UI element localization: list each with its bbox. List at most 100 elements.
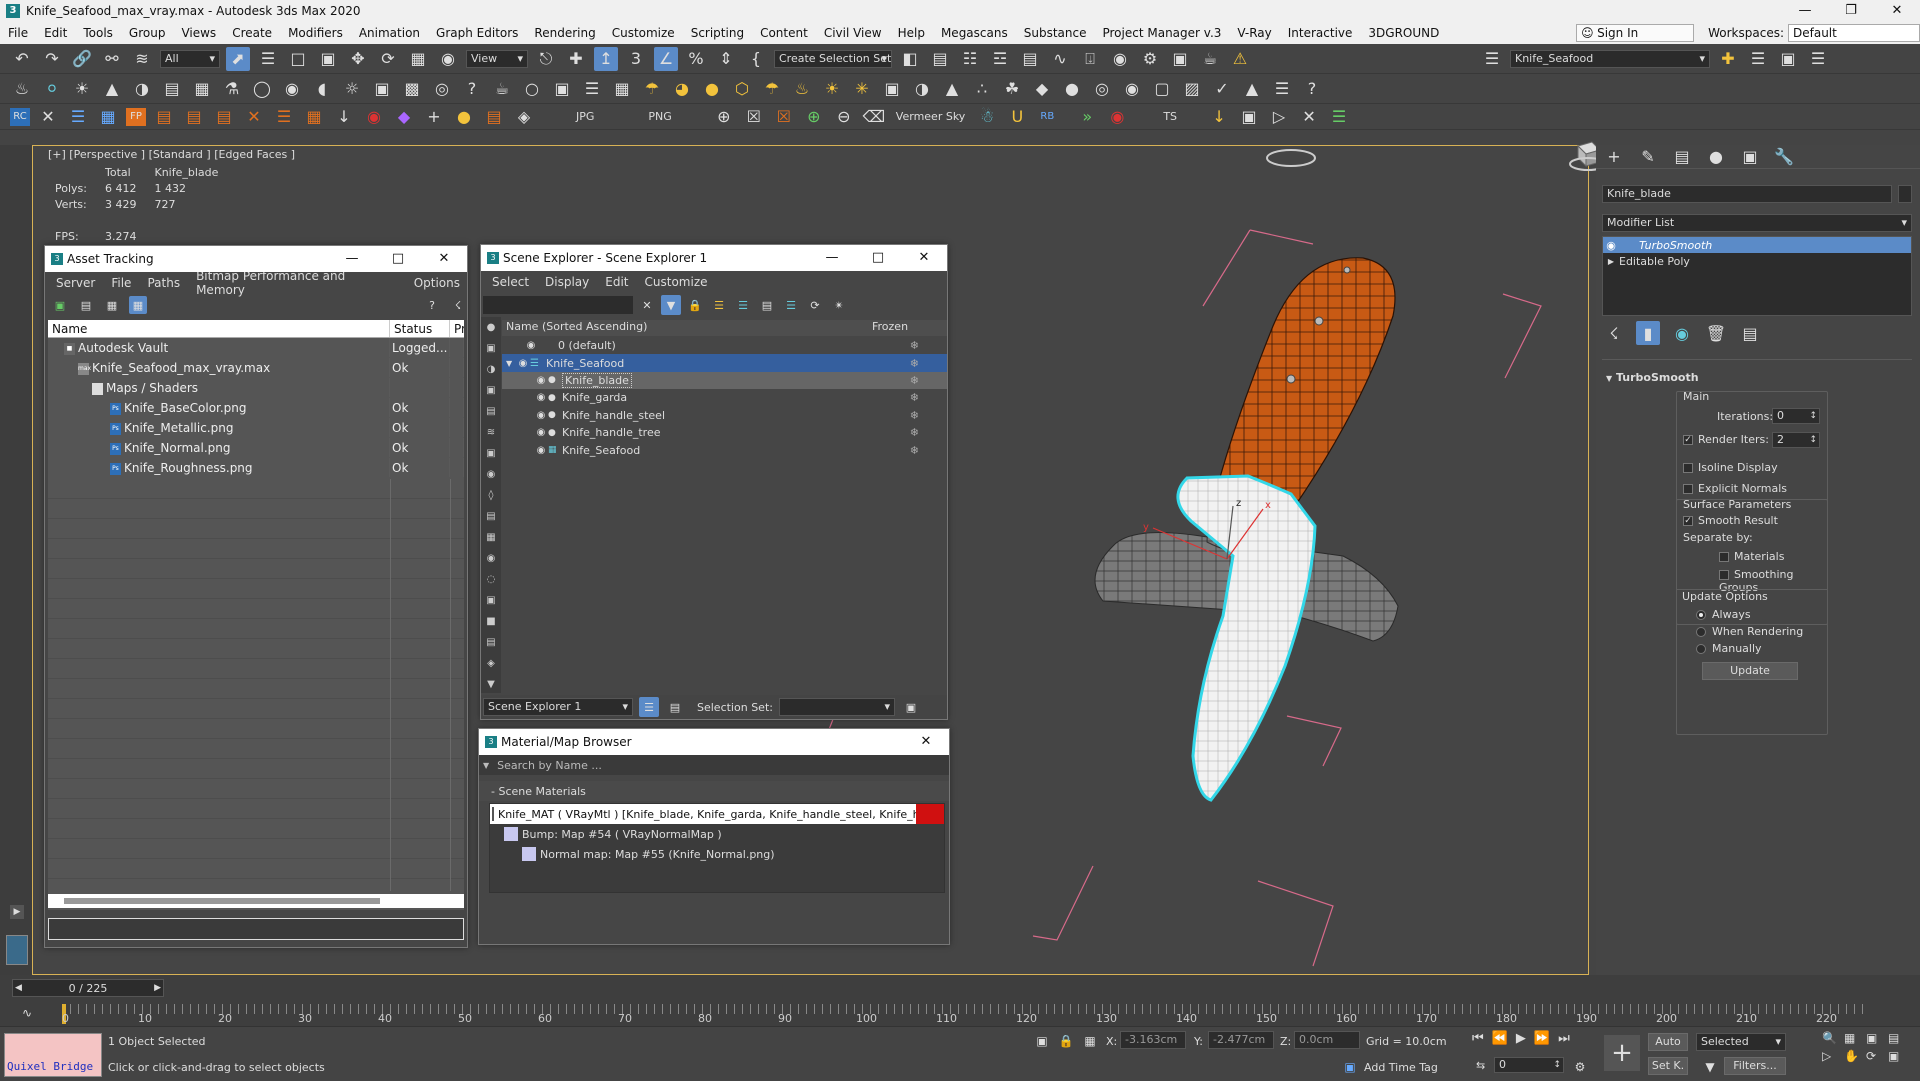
prev-frame-icon[interactable]: ◀ <box>15 983 22 993</box>
umbrella-icon[interactable]: ☂ <box>640 77 664 101</box>
asset-menu-server[interactable]: Server <box>49 276 102 290</box>
stack-eye-icon[interactable]: ◉ <box>1603 239 1619 252</box>
viewport-layout-icon[interactable] <box>6 935 28 965</box>
layers-toggle-icon[interactable]: ☰ <box>639 697 659 717</box>
mat-item-knife-mat[interactable]: Knife_MAT ( VRayMtl ) [Knife_blade, Knif… <box>490 804 944 824</box>
mat-search-input[interactable]: Search by Name ... <box>497 759 602 772</box>
forest-grid-icon[interactable]: ▦ <box>302 105 326 129</box>
spot-icon[interactable]: ☂ <box>760 77 784 101</box>
asset-minimize-button[interactable]: — <box>329 246 375 272</box>
smooth-result-checkbox[interactable]: ✓ <box>1683 516 1693 526</box>
vray-proxy-icon[interactable]: ▦ <box>190 77 214 101</box>
angle-snap-icon[interactable]: ∠ <box>654 46 678 71</box>
menu-interactive[interactable]: Interactive <box>1280 26 1361 40</box>
vray-asset-icon[interactable]: ♨ <box>10 77 34 101</box>
stack-expand-icon[interactable]: ▶ <box>1603 257 1619 266</box>
explicit-normals-checkbox[interactable] <box>1683 484 1693 494</box>
box-icon[interactable]: ▣ <box>880 77 904 101</box>
vray-clipper-icon[interactable]: ◖ <box>310 77 334 101</box>
sign-in-button[interactable]: Sign In <box>1576 24 1695 42</box>
menu-animation[interactable]: Animation <box>351 26 428 40</box>
half-dome-icon[interactable]: ◕ <box>670 77 694 101</box>
modifier-list-dropdown[interactable]: Modifier List <box>1602 214 1912 232</box>
object-color-swatch[interactable] <box>1898 185 1912 203</box>
freeze-icon[interactable]: ❄ <box>910 391 919 404</box>
se-menu-customize[interactable]: Customize <box>638 275 715 289</box>
search-dropdown-icon[interactable]: ▼ <box>483 761 489 770</box>
se-menu-display[interactable]: Display <box>538 275 596 289</box>
se-row-knife-blade[interactable]: ◉ ● Knife_blade ❄ <box>502 371 947 390</box>
se-explorer-dropdown[interactable]: Scene Explorer 1 <box>483 698 633 716</box>
teapot-icon[interactable]: ☕ <box>490 77 514 101</box>
ball-icon[interactable]: ● <box>1060 77 1084 101</box>
key-mode-icon[interactable]: ⇆ <box>1476 1059 1485 1072</box>
lock-icon[interactable]: 🔒 <box>685 295 705 315</box>
freeze-icon[interactable]: ❄ <box>910 409 919 422</box>
asset-hscrollbar[interactable] <box>48 894 464 908</box>
z-coordinate-field[interactable]: 0.0cm <box>1294 1031 1360 1049</box>
pin-icon[interactable]: ☇ <box>449 296 467 314</box>
align-icon[interactable]: ▤ <box>928 47 952 71</box>
vray-sphere-icon[interactable]: ◉ <box>280 77 304 101</box>
flame-icon[interactable]: ♨ <box>790 77 814 101</box>
vray-fur-icon[interactable]: ⚗ <box>220 77 244 101</box>
sphere-shaded-icon[interactable]: ◑ <box>910 77 934 101</box>
asset-row[interactable]: Ps Knife_Roughness.png Ok <box>48 458 464 478</box>
se-row-knife-seafood-layer[interactable]: ▼ ◉ ☰ Knife_Seafood ❄ <box>502 354 947 372</box>
asset-row[interactable]: Maps / Shaders <box>48 378 464 398</box>
turbosmooth-rollout[interactable]: ▼ TurboSmooth <box>1606 371 1699 384</box>
workspace-select[interactable]: Default <box>1788 24 1920 42</box>
next-frame-button-icon[interactable]: ⏩ <box>1534 1031 1550 1046</box>
sunlight-icon[interactable]: ☀ <box>820 77 844 101</box>
grid-active-icon[interactable]: ▦ <box>129 296 147 314</box>
asset-tracking-titlebar[interactable]: 3 Asset Tracking — □ ✕ <box>45 246 467 272</box>
camera-icon[interactable]: ▣ <box>550 77 574 101</box>
asset-menu-paths[interactable]: Paths <box>140 276 187 290</box>
freeze-icon[interactable]: ❄ <box>910 339 919 352</box>
viewcube[interactable] <box>1266 149 1316 167</box>
auto-key-button[interactable]: Auto <box>1648 1033 1688 1051</box>
curve-editor-mini-icon[interactable]: ∿ <box>22 1006 32 1020</box>
hierarchy-tab-icon[interactable]: ▤ <box>1670 145 1694 169</box>
manually-radio[interactable] <box>1696 644 1706 654</box>
se-side-icons[interactable]: ● ▣ ◑ ▣ ▤ ≋ ▣ ◉ ◊ ▤ ▦ ◉ ◌ ▣ ■ ▤ ◈ ▼ <box>481 317 501 695</box>
freeze-icon[interactable]: ❄ <box>910 374 919 387</box>
mountain-icon[interactable]: ▲ <box>940 77 964 101</box>
se-menu-edit[interactable]: Edit <box>598 275 635 289</box>
scene-explorer-titlebar[interactable]: 3 Scene Explorer - Scene Explorer 1 — □ … <box>481 245 947 271</box>
when-rendering-radio[interactable] <box>1696 627 1706 637</box>
table-icon[interactable]: ▦ <box>103 296 121 314</box>
asset-row[interactable]: Ps Knife_Metallic.png Ok <box>48 418 464 438</box>
pan-icon[interactable]: ✋ <box>1844 1049 1866 1063</box>
freeze-icon[interactable]: ❄ <box>910 426 919 439</box>
torus-icon[interactable]: ○ <box>520 77 544 101</box>
create-selection-set-dropdown[interactable]: Create Selection Set <box>774 49 892 68</box>
expand-arrow-icon[interactable]: ▶ <box>10 905 24 919</box>
add-layer-icon[interactable]: ✚ <box>1716 47 1740 71</box>
bubbles-icon[interactable]: ◎ <box>1090 77 1114 101</box>
vray-bulb-icon[interactable]: ☼ <box>340 77 364 101</box>
absolute-mode-icon[interactable]: ▦ <box>1080 1031 1100 1051</box>
palette-icon[interactable]: ◉ <box>1120 77 1144 101</box>
scene-explorer-icon[interactable]: ☷ <box>958 47 982 71</box>
visibility-eye-icon[interactable]: ◉ <box>516 358 530 369</box>
isolate-selection-icon[interactable]: ▣ <box>1032 1031 1052 1051</box>
select-by-name-icon[interactable]: ☰ <box>256 47 280 71</box>
mirror-icon[interactable]: ◧ <box>898 47 922 71</box>
current-frame-field[interactable]: 0 <box>1494 1057 1564 1073</box>
viewport-label[interactable]: [+] [Perspective ] [Standard ] [Edged Fa… <box>48 148 295 161</box>
col-pro[interactable]: Pro <box>450 320 464 337</box>
download-icon[interactable]: ↓ <box>332 105 356 129</box>
freeze-icon[interactable]: ❄ <box>910 357 919 370</box>
menu-megascans[interactable]: Megascans <box>933 26 1016 40</box>
starburst-icon[interactable]: ✳ <box>850 77 874 101</box>
asset-row[interactable]: Ps Knife_BaseColor.png Ok <box>48 398 464 418</box>
select-object-icon[interactable]: ⬈ <box>226 46 250 71</box>
grass-icon[interactable]: ☘ <box>1000 77 1024 101</box>
menu-graph-editors[interactable]: Graph Editors <box>428 26 526 40</box>
edit-named-sets-icon[interactable]: { <box>744 47 768 71</box>
modify-tab-icon[interactable]: ✎ <box>1636 145 1660 169</box>
add-green-icon[interactable]: ⊕ <box>802 105 826 129</box>
go-to-start-icon[interactable]: ⏮ <box>1472 1031 1484 1046</box>
drop-icon[interactable]: ◈ <box>512 105 536 129</box>
